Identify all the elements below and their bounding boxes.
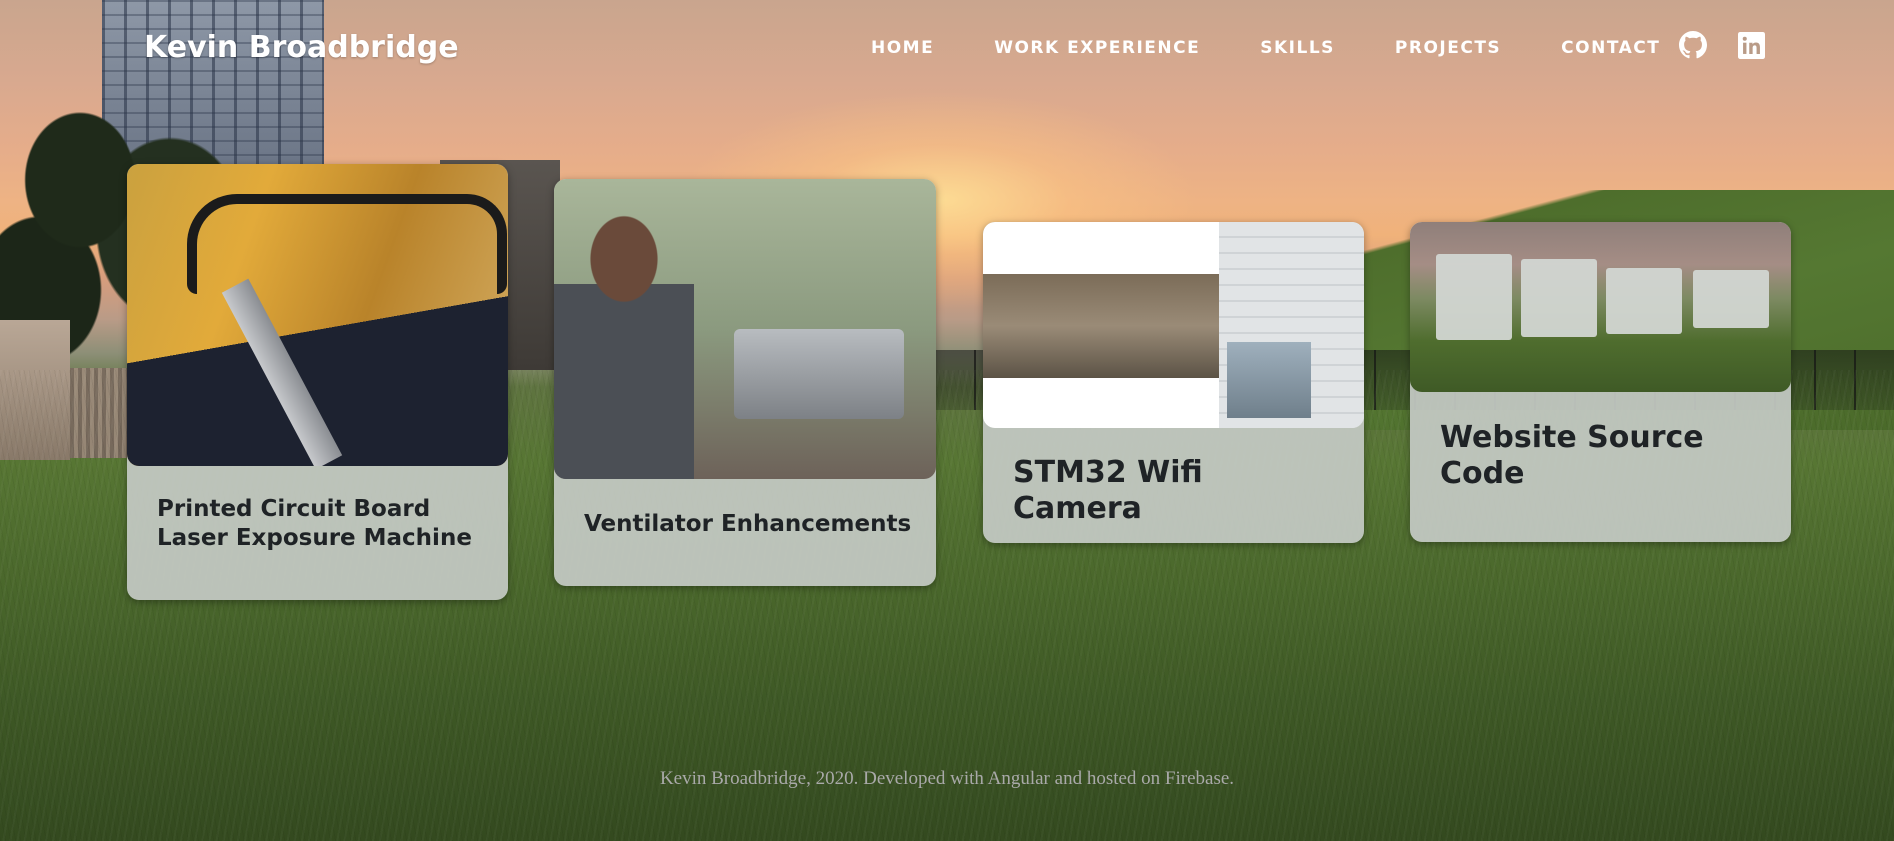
laser-exposure-machine-photo xyxy=(127,164,508,466)
github-icon xyxy=(1679,31,1707,59)
site-header: Kevin Broadbridge HOME WORK EXPERIENCE S… xyxy=(0,0,1894,100)
nav-contact[interactable]: CONTACT xyxy=(1561,38,1660,58)
main-nav: HOME WORK EXPERIENCE SKILLS PROJECTS CON… xyxy=(871,38,1660,58)
nav-projects[interactable]: PROJECTS xyxy=(1395,38,1501,58)
wifi-camera-photo xyxy=(983,222,1364,428)
project-card-website-source[interactable]: Website Source Code xyxy=(1410,222,1791,542)
linkedin-icon xyxy=(1737,31,1765,59)
footer-text: Kevin Broadbridge, 2020. Developed with … xyxy=(659,768,1235,789)
github-link[interactable] xyxy=(1678,30,1708,60)
project-title: STM32 Wifi Camera xyxy=(1013,455,1203,526)
nav-work-experience[interactable]: WORK EXPERIENCE xyxy=(994,38,1200,58)
brand-name[interactable]: Kevin Broadbridge xyxy=(144,30,459,65)
project-title: Website Source Code xyxy=(1440,420,1704,491)
website-screenshot xyxy=(1410,222,1791,392)
project-card-wifi-camera[interactable]: STM32 Wifi Camera xyxy=(983,222,1364,543)
project-card-ventilator[interactable]: Ventilator Enhancements xyxy=(554,179,936,586)
ventilator-photo xyxy=(554,179,936,479)
project-card-laser-exposure[interactable]: Printed Circuit Board Laser Exposure Mac… xyxy=(127,164,508,600)
project-title: Printed Circuit Board Laser Exposure Mac… xyxy=(157,496,472,551)
project-title: Ventilator Enhancements xyxy=(584,511,912,537)
linkedin-link[interactable] xyxy=(1736,30,1766,60)
nav-skills[interactable]: SKILLS xyxy=(1260,38,1335,58)
nav-home[interactable]: HOME xyxy=(871,38,934,58)
